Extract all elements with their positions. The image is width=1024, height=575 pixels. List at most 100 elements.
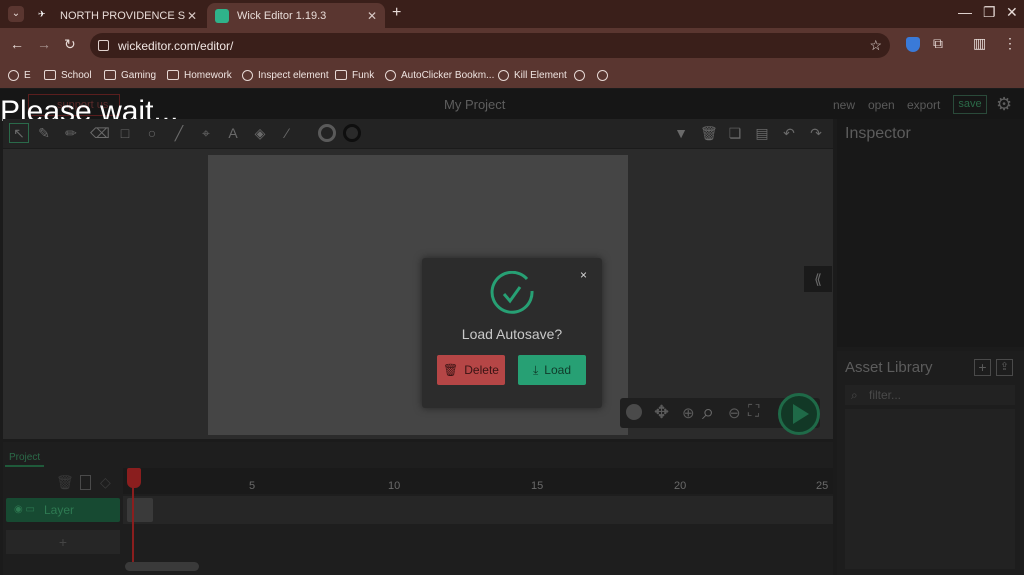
copy-icon[interactable]: ❏ (727, 125, 743, 141)
search-icon: ⌕ (851, 388, 858, 402)
menu-icon[interactable]: ⋮ (1003, 35, 1017, 52)
minimize-icon[interactable]: — (958, 4, 972, 20)
paste-icon[interactable]: ▤ (754, 125, 770, 141)
bookmark-autoclicker[interactable]: AutoClicker Bookm... (385, 67, 494, 83)
bookmark-homework[interactable]: Homework (167, 67, 232, 83)
layer-visibility-icon[interactable]: ◉ ▭ (14, 498, 35, 522)
bookmark-label: Kill Element (514, 69, 567, 81)
fill-tool-icon[interactable]: ◈ (252, 125, 268, 141)
back-icon[interactable]: ← (10, 36, 24, 52)
bookmark-kill-element[interactable]: Kill Element (498, 67, 567, 83)
bookmark-label: Gaming (121, 69, 157, 81)
address-bar[interactable]: wickeditor.com/editor/ ☆ (90, 33, 890, 58)
extensions-icon[interactable]: ⧉ (933, 35, 943, 52)
tab-close-icon[interactable]: ✕ (187, 9, 197, 23)
menu-open[interactable]: open (868, 98, 895, 112)
layer-item[interactable]: ◉ ▭ Layer (6, 498, 120, 522)
upload-asset-icon[interactable]: ⇪ (996, 359, 1013, 376)
globe-icon (8, 69, 19, 81)
timeline-panel: Project 🗑 ◇ 5 10 15 20 25 ◉ ▭ Layer + (3, 442, 833, 575)
tab-title: NORTH PROVIDENCE SCHOOL (60, 9, 185, 22)
side-panel-icon[interactable]: ▥ (973, 35, 986, 52)
add-layer-button[interactable]: + (6, 530, 120, 554)
layer-frames-row[interactable] (123, 496, 833, 524)
pencil-tool-icon[interactable]: ✏ (63, 125, 79, 141)
play-icon (793, 404, 809, 424)
tab-north-providence[interactable]: ✈ NORTH PROVIDENCE SCHOOL ✕ (30, 3, 205, 28)
zoom-out-icon[interactable]: ⊖ (728, 404, 741, 422)
settings-gear-icon[interactable]: ⚙ (996, 94, 1012, 115)
load-autosave-modal: × Load Autosave? 🗑 Delete ⤓ Load (422, 258, 602, 408)
new-tab-button[interactable]: + (392, 4, 401, 22)
cursor-tool-icon[interactable]: ↖ (9, 123, 29, 143)
bookmark-gaming[interactable]: Gaming (104, 67, 156, 83)
globe-icon (242, 69, 253, 81)
keyframe[interactable] (127, 498, 153, 522)
fit-screen-icon[interactable]: ⛶ (748, 403, 759, 421)
zoom-in-icon[interactable]: ⊕ (682, 404, 695, 422)
asset-filter-input[interactable]: ⌕ filter... (845, 385, 1015, 405)
timeline-scrollbar[interactable] (125, 562, 199, 571)
forward-icon[interactable]: → (37, 36, 51, 52)
modal-close-icon[interactable]: × (580, 268, 587, 282)
frame-ruler[interactable]: 5 10 15 20 25 (123, 468, 833, 494)
bookmark-inspect-element[interactable]: Inspect element (242, 67, 329, 83)
delete-autosave-button[interactable]: 🗑 Delete (437, 355, 505, 385)
lock-layer-icon[interactable] (80, 475, 91, 490)
undo-icon[interactable]: ↶ (781, 125, 797, 141)
play-button[interactable] (778, 393, 820, 435)
menu-export[interactable]: export (907, 98, 940, 112)
delete-layer-icon[interactable]: 🗑 (56, 474, 74, 491)
browser-tabstrip: ⌄ ✈ NORTH PROVIDENCE SCHOOL ✕ Wick Edito… (0, 0, 1024, 28)
menu-new[interactable]: new (833, 98, 855, 112)
playhead-handle[interactable] (127, 468, 141, 488)
bookmark-globe-1[interactable] (574, 67, 590, 83)
bookmark-funk[interactable]: Funk (335, 67, 374, 83)
restore-icon[interactable]: ❐ (983, 4, 996, 21)
tab-search-icon[interactable]: ⌄ (8, 6, 24, 22)
shield-extension-icon[interactable] (906, 37, 920, 52)
bookmark-label: E (24, 69, 31, 81)
bookmark-school[interactable]: School (44, 67, 92, 83)
bookmark-star-icon[interactable]: ☆ (869, 37, 882, 54)
add-asset-icon[interactable]: + (974, 359, 991, 376)
onion-skin-icon[interactable] (626, 404, 642, 420)
rectangle-tool-icon[interactable]: □ (117, 125, 133, 141)
hide-layer-icon[interactable]: ◇ (100, 474, 111, 491)
bookmark-globe-2[interactable] (597, 67, 613, 83)
ellipse-tool-icon[interactable]: ○ (144, 125, 160, 141)
frame-number: 10 (388, 480, 401, 492)
eraser-tool-icon[interactable]: ⌫ (90, 125, 110, 141)
pan-icon[interactable]: ✥ (654, 402, 669, 423)
folder-icon (44, 70, 56, 80)
download-icon: ⤓ (532, 362, 539, 377)
reload-icon[interactable]: ↻ (64, 36, 76, 53)
canvas-area (3, 149, 833, 439)
url-text: wickeditor.com/editor/ (118, 38, 234, 53)
window-close-icon[interactable]: ✕ (1006, 4, 1018, 21)
dropdown-arrow-icon[interactable]: ▼ (673, 125, 689, 141)
collapse-panel-icon[interactable]: ⟪ (804, 266, 832, 292)
timeline-tab-project[interactable]: Project (5, 450, 45, 467)
site-info-icon[interactable] (98, 40, 109, 51)
path-tool-icon[interactable]: ⌖ (198, 125, 214, 141)
delete-icon[interactable]: 🗑 (700, 125, 718, 141)
project-title[interactable]: My Project (444, 97, 505, 112)
text-tool-icon[interactable]: A (225, 125, 241, 141)
save-button[interactable]: save (953, 95, 987, 114)
tab-close-icon[interactable]: ✕ (367, 9, 377, 23)
bookmark-label: AutoClicker Bookm... (401, 69, 495, 81)
brush-tool-icon[interactable]: ✎ (36, 125, 52, 141)
redo-icon[interactable]: ↷ (808, 125, 824, 141)
fill-color-swatch[interactable] (318, 124, 336, 142)
bookmark-e[interactable]: E (8, 67, 31, 83)
inspector-title: Inspector (845, 125, 911, 142)
line-tool-icon[interactable]: ╱ (171, 125, 187, 141)
eyedropper-tool-icon[interactable]: ⁄ (279, 125, 295, 141)
zoom-icon[interactable]: ⌕ (702, 399, 714, 425)
tab-wick-editor[interactable]: Wick Editor 1.19.3 ✕ (207, 3, 385, 28)
frame-number: 25 (816, 480, 829, 492)
tab-title: Wick Editor 1.19.3 (237, 9, 327, 22)
stroke-color-swatch[interactable] (343, 124, 361, 142)
load-autosave-button[interactable]: ⤓ Load (518, 355, 586, 385)
